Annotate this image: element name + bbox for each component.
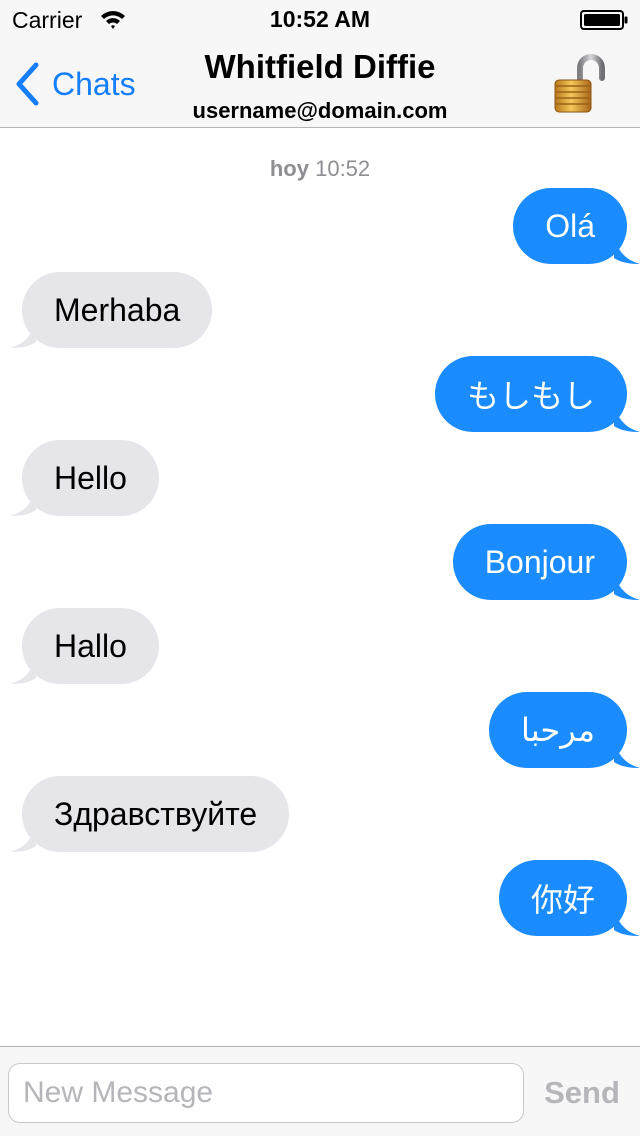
incoming-message-bubble[interactable]: Здравствуйте <box>10 776 290 852</box>
contact-address-subtitle: username@domain.com <box>192 98 448 123</box>
bubble-tail <box>614 236 640 264</box>
outgoing-message-bubble[interactable]: Bonjour <box>452 524 640 600</box>
new-message-input[interactable] <box>8 1063 524 1123</box>
outgoing-message-bubble[interactable]: もしもし <box>434 356 640 432</box>
status-clock: 10:52 AM <box>269 6 371 32</box>
message-text: Merhaba <box>54 291 181 328</box>
bubble-tail <box>614 572 640 600</box>
bubble-tail <box>10 320 36 348</box>
timestamp-day: hoy <box>269 156 309 181</box>
send-button[interactable]: Send <box>530 1063 634 1123</box>
message-composer: Send <box>0 1046 640 1136</box>
message-text: مرحبا <box>521 712 595 748</box>
bubble-tail <box>10 488 36 516</box>
incoming-message-bubble[interactable]: Hello <box>10 440 159 516</box>
bubble-tail <box>614 404 640 432</box>
outgoing-message-bubble[interactable]: Olá <box>513 188 640 264</box>
message-text: Hallo <box>54 627 127 664</box>
message-text: もしもし <box>466 378 595 414</box>
message-text: Bonjour <box>484 543 595 580</box>
incoming-message-bubble[interactable]: Hallo <box>10 608 159 684</box>
incoming-message-bubble[interactable]: Merhaba <box>10 272 213 348</box>
status-bar: Carrier 10:52 AM <box>0 0 640 40</box>
conversation-timestamp: hoy 10:52 <box>0 156 640 182</box>
bubble-tail <box>10 656 36 684</box>
chat-screen: Carrier 10:52 AM Chats Whitfield Diffie … <box>0 0 640 1136</box>
unlocked-padlock-icon[interactable] <box>552 52 608 114</box>
message-text: Olá <box>545 207 595 244</box>
battery-icon <box>580 10 628 30</box>
message-text: 你好 <box>530 882 595 918</box>
timestamp-time: 10:52 <box>315 156 371 181</box>
outgoing-message-bubble[interactable]: 你好 <box>498 860 640 936</box>
message-thread[interactable]: hoy 10:52 Olá Merhaba もしもし Hello Bonjour… <box>0 128 640 1046</box>
bubble-tail <box>10 824 36 852</box>
message-text: Hello <box>54 459 127 496</box>
outgoing-message-bubble[interactable]: مرحبا <box>489 692 640 768</box>
navigation-header: Carrier 10:52 AM Chats Whitfield Diffie … <box>0 0 640 128</box>
message-text: Здравствуйте <box>54 795 258 832</box>
bubble-tail <box>614 740 640 768</box>
contact-name-title: Whitfield Diffie <box>204 48 436 85</box>
bubble-tail <box>614 908 640 936</box>
